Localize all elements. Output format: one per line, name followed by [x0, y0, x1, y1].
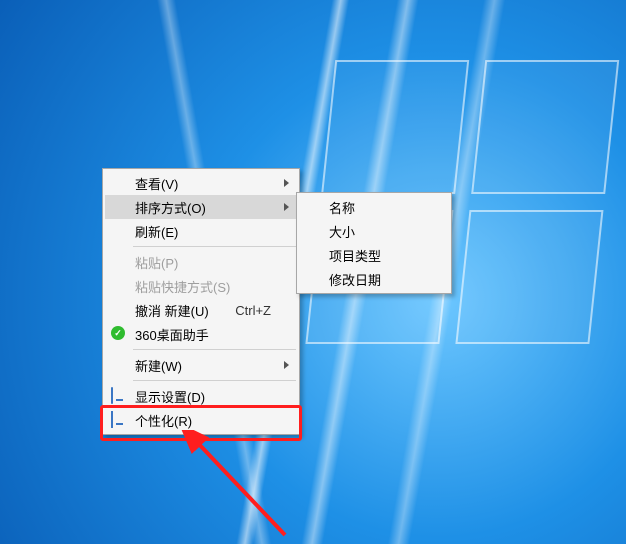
menu-item-label: 大小 — [329, 222, 355, 241]
menu-item-label: 名称 — [329, 198, 355, 217]
menu-item-refresh[interactable]: 刷新(E) — [105, 219, 297, 243]
menu-item-label: 刷新(E) — [135, 222, 178, 241]
menu-item-label: 项目类型 — [329, 246, 381, 265]
menu-separator — [133, 380, 296, 381]
annotation-arrow-icon — [180, 430, 300, 540]
menu-item-new[interactable]: 新建(W) — [105, 353, 297, 377]
menu-item-label: 撤消 新建(U) — [135, 301, 209, 320]
menu-item-shortcut: Ctrl+Z — [235, 303, 271, 318]
menu-item-display-settings[interactable]: 显示设置(D) — [105, 384, 297, 408]
menu-item-label: 360桌面助手 — [135, 325, 209, 344]
menu-item-personalize[interactable]: 个性化(R) — [105, 408, 297, 432]
menu-item-360-helper[interactable]: ✓ 360桌面助手 — [105, 322, 297, 346]
display-icon — [111, 388, 127, 404]
submenu-item-type[interactable]: 项目类型 — [299, 243, 449, 267]
chevron-right-icon — [284, 203, 289, 211]
personalize-icon — [111, 412, 127, 428]
desktop-context-menu: 查看(V) 排序方式(O) 刷新(E) 粘贴(P) 粘贴快捷方式(S) 撤消 新… — [102, 168, 300, 435]
chevron-right-icon — [284, 179, 289, 187]
menu-item-paste-shortcut: 粘贴快捷方式(S) — [105, 274, 297, 298]
menu-item-label: 粘贴(P) — [135, 253, 178, 272]
menu-separator — [133, 246, 296, 247]
menu-item-paste: 粘贴(P) — [105, 250, 297, 274]
menu-separator — [133, 349, 296, 350]
menu-item-label: 排序方式(O) — [135, 198, 206, 217]
menu-item-undo-new[interactable]: 撤消 新建(U) Ctrl+Z — [105, 298, 297, 322]
submenu-item-name[interactable]: 名称 — [299, 195, 449, 219]
menu-item-label: 修改日期 — [329, 270, 381, 289]
chevron-right-icon — [284, 361, 289, 369]
sort-submenu: 名称 大小 项目类型 修改日期 — [296, 192, 452, 294]
360-icon: ✓ — [111, 326, 127, 342]
menu-item-view[interactable]: 查看(V) — [105, 171, 297, 195]
menu-item-label: 查看(V) — [135, 174, 178, 193]
menu-item-label: 新建(W) — [135, 356, 182, 375]
submenu-item-size[interactable]: 大小 — [299, 219, 449, 243]
menu-item-sort[interactable]: 排序方式(O) — [105, 195, 297, 219]
menu-item-label: 个性化(R) — [135, 411, 192, 430]
menu-item-label: 粘贴快捷方式(S) — [135, 277, 230, 296]
desktop-wallpaper[interactable]: 查看(V) 排序方式(O) 刷新(E) 粘贴(P) 粘贴快捷方式(S) 撤消 新… — [0, 0, 626, 544]
submenu-item-date[interactable]: 修改日期 — [299, 267, 449, 291]
menu-item-label: 显示设置(D) — [135, 387, 205, 406]
